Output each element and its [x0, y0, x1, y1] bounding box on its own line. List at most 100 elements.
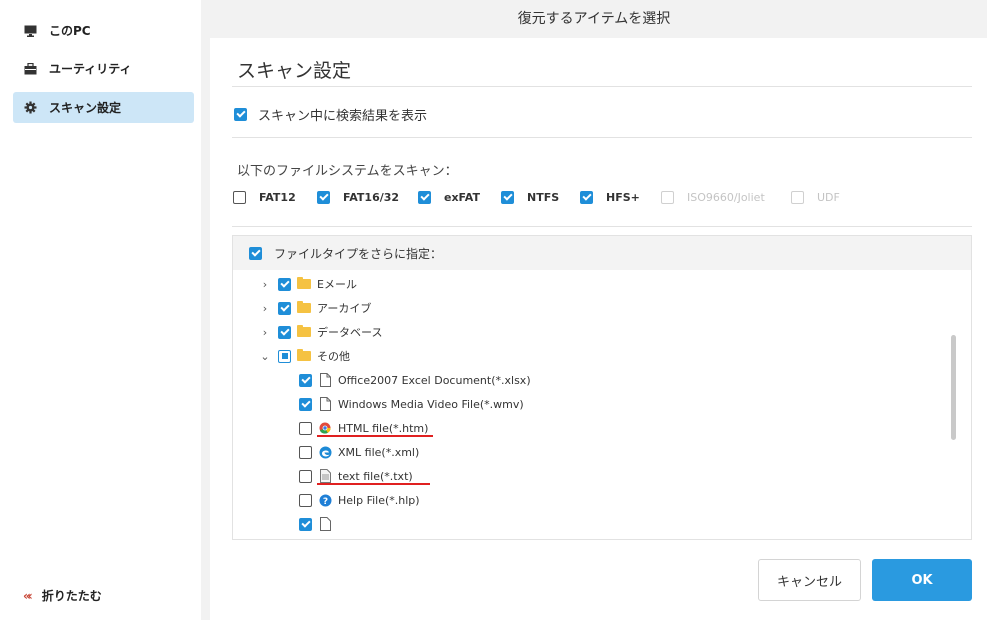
fs-option-fat12[interactable]: FAT12	[233, 191, 296, 204]
tree-folder-other[interactable]: ⌄ その他	[260, 346, 350, 366]
collapse-button[interactable]: «‹ 折りたたむ	[23, 587, 102, 604]
folder-icon	[297, 277, 311, 289]
filesystem-list: FAT12 FAT16/32 exFAT NTFS HFS+ ISO9660/J…	[233, 191, 933, 207]
chevron-right-icon[interactable]: ›	[260, 278, 270, 291]
filetype-header-label: ファイルタイプをさらに指定：	[274, 246, 443, 261]
sidebar: このPC ユーティリティ スキャン設定 «‹ 折りたたむ	[0, 0, 201, 620]
tree-label: Help File(*.hlp)	[338, 493, 420, 507]
tree-file-hlp[interactable]: ? Help File(*.hlp)	[299, 490, 420, 510]
fs-option-iso9660: ISO9660/Joliet	[661, 191, 765, 204]
text-file-icon	[318, 469, 332, 483]
tree-checkbox[interactable]	[278, 325, 291, 339]
fs-option-fat16-32[interactable]: FAT16/32	[317, 191, 399, 204]
fs-checkbox[interactable]	[501, 191, 514, 204]
edge-icon	[318, 445, 332, 459]
fs-label: ISO9660/Joliet	[687, 191, 765, 204]
filetype-tree: › Eメール › アーカイブ › データベース ⌄ その他 Office2007…	[233, 270, 971, 539]
page-title: 復元するアイテムを選択	[517, 11, 671, 27]
fs-label: UDF	[817, 191, 840, 204]
tree-label: その他	[317, 350, 350, 363]
tree-label: Windows Media Video File(*.wmv)	[338, 397, 524, 411]
filesystem-label: 以下のファイルシステムをスキャン：	[237, 164, 458, 179]
fs-label: FAT16/32	[343, 191, 400, 204]
fs-option-exfat[interactable]: exFAT	[418, 191, 480, 204]
show-results-label: スキャン中に検索結果を表示	[258, 109, 428, 124]
tree-checkbox[interactable]	[299, 469, 312, 483]
fs-checkbox	[791, 191, 804, 204]
divider	[232, 226, 972, 227]
filetype-checkbox[interactable]	[249, 246, 262, 260]
sidebar-item-label: ユーティリティ	[49, 62, 132, 76]
fs-option-hfs-plus[interactable]: HFS+	[580, 191, 640, 204]
tree-file-partial[interactable]	[299, 514, 338, 534]
settings-panel: スキャン設定 スキャン中に検索結果を表示 以下のファイルシステムをスキャン： F…	[210, 38, 987, 620]
tree-checkbox[interactable]	[299, 517, 312, 531]
tree-file-xml[interactable]: XML file(*.xml)	[299, 442, 419, 462]
fs-label: NTFS	[527, 191, 560, 204]
fs-checkbox[interactable]	[233, 191, 246, 204]
svg-text:?: ?	[322, 497, 327, 507]
document-icon	[318, 517, 332, 531]
toolbox-icon	[23, 62, 37, 76]
tree-checkbox[interactable]	[278, 349, 291, 363]
tree-scrollbar[interactable]	[951, 335, 956, 440]
chevron-right-icon[interactable]: ›	[260, 302, 270, 315]
tree-folder-database[interactable]: › データベース	[260, 322, 382, 342]
tree-label: Eメール	[317, 278, 357, 291]
filetype-header[interactable]: ファイルタイプをさらに指定：	[233, 236, 971, 270]
folder-icon	[297, 325, 311, 337]
tree-file-wmv[interactable]: Windows Media Video File(*.wmv)	[299, 394, 524, 414]
txt-highlight-underline	[317, 483, 430, 485]
tree-label: XML file(*.xml)	[338, 445, 420, 459]
tree-checkbox[interactable]	[299, 397, 312, 411]
ok-button[interactable]: OK	[872, 559, 972, 601]
fs-checkbox[interactable]	[580, 191, 593, 204]
folder-icon	[297, 301, 311, 313]
chevron-down-icon[interactable]: ⌄	[260, 350, 270, 363]
collapse-label: 折りたたむ	[41, 589, 102, 603]
tree-checkbox[interactable]	[299, 445, 312, 459]
divider	[232, 86, 972, 87]
fs-option-udf: UDF	[791, 191, 840, 204]
tree-folder-email[interactable]: › Eメール	[260, 274, 357, 294]
htm-highlight-underline	[317, 435, 433, 437]
sidebar-item-scan-settings[interactable]: スキャン設定	[13, 92, 194, 123]
sidebar-item-utility[interactable]: ユーティリティ	[13, 53, 194, 84]
tree-checkbox[interactable]	[299, 493, 312, 507]
tree-label: text file(*.txt)	[338, 469, 413, 483]
filetype-panel: ファイルタイプをさらに指定： › Eメール › アーカイブ › データベース ⌄…	[232, 235, 972, 540]
document-icon	[318, 397, 332, 411]
gear-icon	[23, 101, 37, 115]
fs-checkbox	[661, 191, 674, 204]
document-icon	[318, 373, 332, 387]
show-results-option[interactable]: スキャン中に検索結果を表示	[234, 105, 427, 124]
tree-checkbox[interactable]	[299, 421, 312, 435]
fs-label: FAT12	[259, 191, 296, 204]
fs-label: HFS+	[606, 191, 640, 204]
tree-file-xlsx[interactable]: Office2007 Excel Document(*.xlsx)	[299, 370, 531, 390]
tree-folder-archive[interactable]: › アーカイブ	[260, 298, 371, 318]
tree-label: HTML file(*.htm)	[338, 421, 429, 435]
tree-checkbox[interactable]	[278, 277, 291, 291]
tree-label: Office2007 Excel Document(*.xlsx)	[338, 373, 531, 387]
fs-option-ntfs[interactable]: NTFS	[501, 191, 559, 204]
show-results-checkbox[interactable]	[234, 108, 247, 121]
tree-checkbox[interactable]	[278, 301, 291, 315]
sidebar-item-label: このPC	[49, 24, 91, 38]
chrome-icon	[318, 421, 332, 435]
tree-checkbox[interactable]	[299, 373, 312, 387]
help-icon: ?	[318, 493, 332, 507]
fs-label: exFAT	[444, 191, 480, 204]
monitor-icon	[23, 24, 37, 38]
fs-checkbox[interactable]	[317, 191, 330, 204]
double-chevron-left-icon: «‹	[23, 588, 33, 603]
tree-label: アーカイブ	[317, 302, 372, 315]
fs-checkbox[interactable]	[418, 191, 431, 204]
cancel-button[interactable]: キャンセル	[758, 559, 861, 601]
sidebar-item-this-pc[interactable]: このPC	[13, 15, 194, 46]
divider	[232, 137, 972, 138]
sidebar-item-label: スキャン設定	[49, 101, 122, 115]
tree-label: データベース	[317, 326, 383, 339]
folder-icon	[297, 349, 311, 361]
chevron-right-icon[interactable]: ›	[260, 326, 270, 339]
